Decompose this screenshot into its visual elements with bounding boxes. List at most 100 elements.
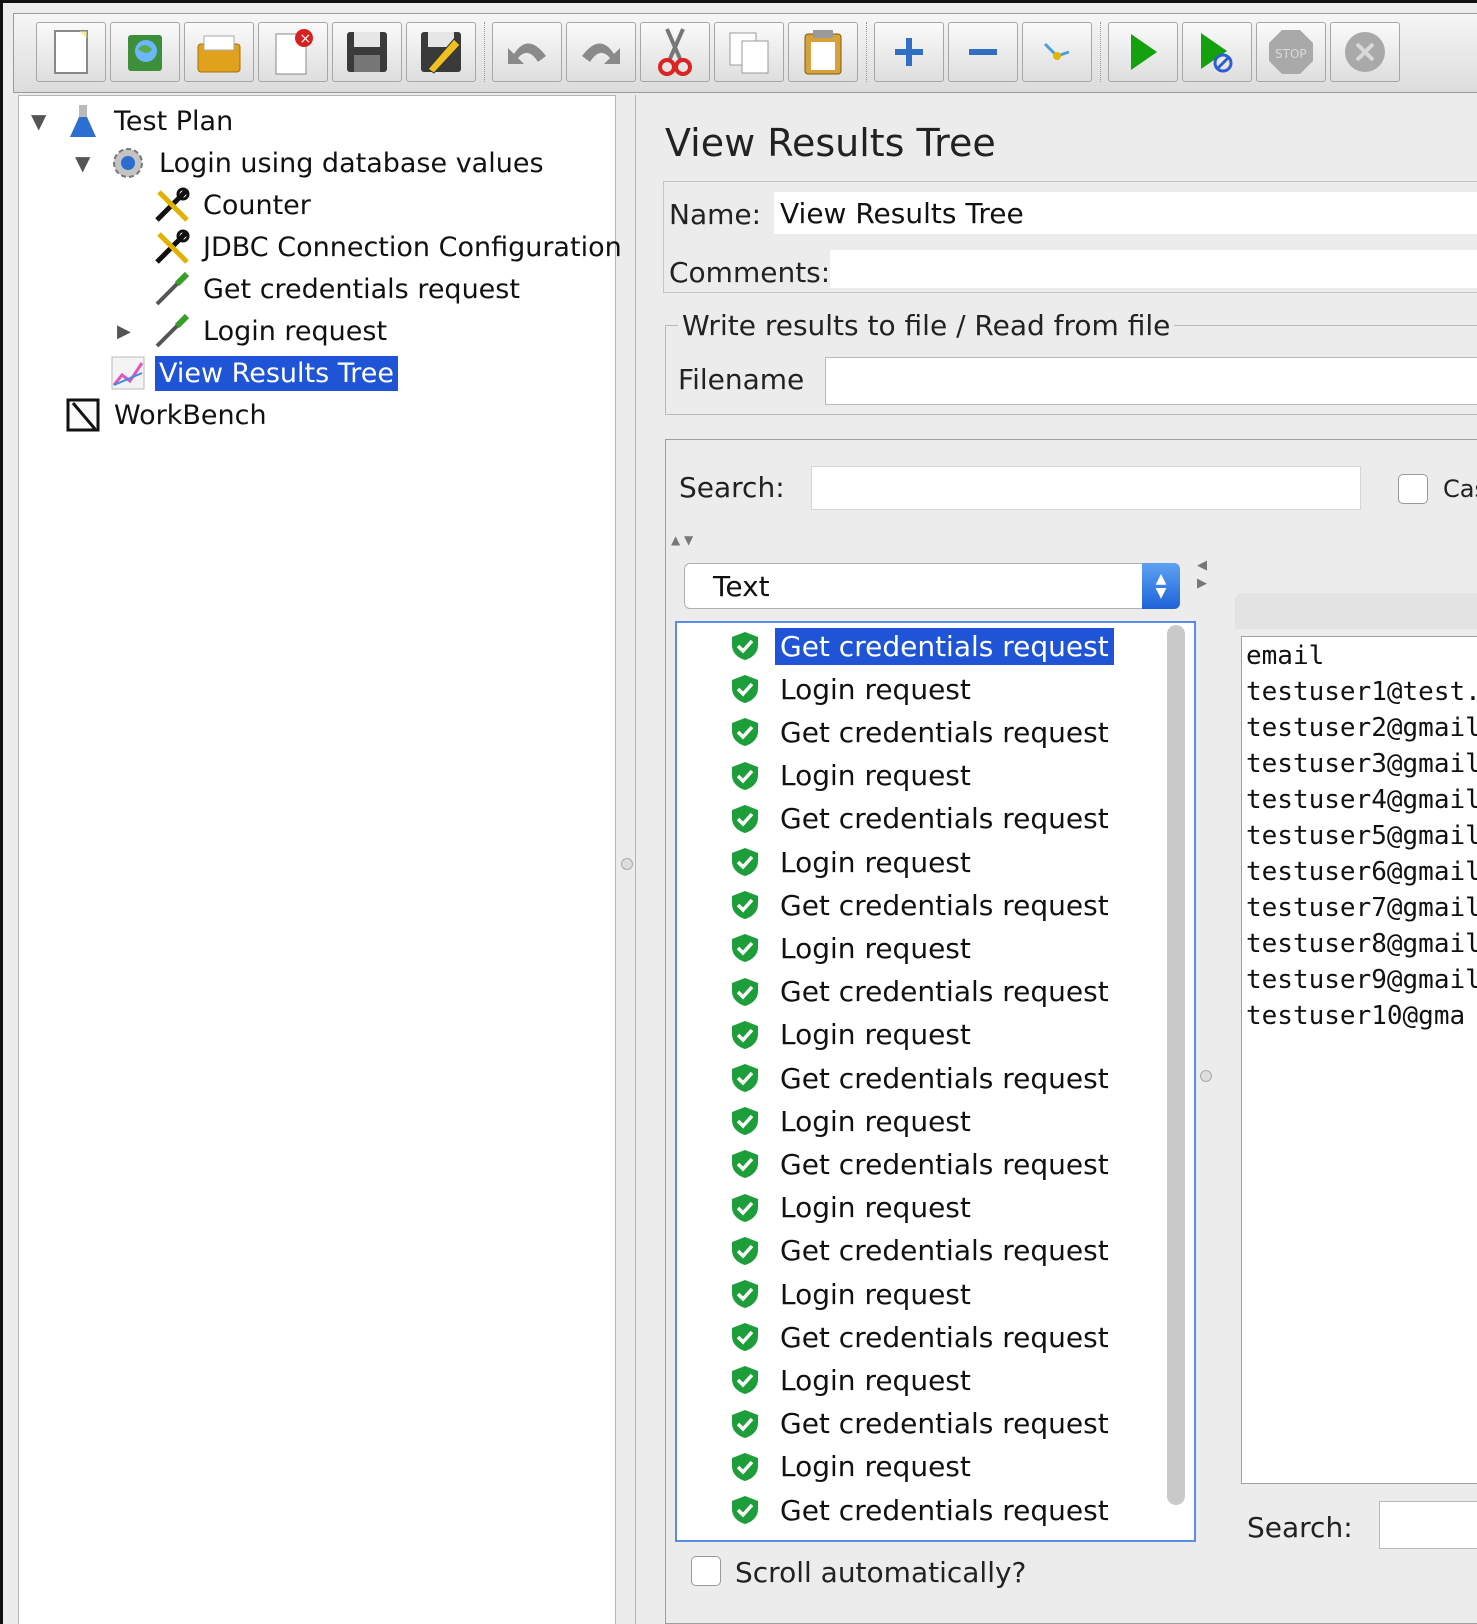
response-line: testuser1@test.c [1246, 677, 1477, 707]
list-item[interactable]: Login request [729, 1448, 976, 1486]
tree-item-thread-group[interactable]: ▼ Login using database values [19, 144, 579, 182]
expand-icon[interactable] [874, 22, 944, 82]
tools-icon [153, 186, 191, 224]
shutdown-icon[interactable] [1330, 22, 1400, 82]
list-item-label: Get credentials request [780, 975, 1109, 1009]
start-icon[interactable] [1108, 22, 1178, 82]
tree-item-label: Login using database values [159, 147, 544, 179]
select-arrows-icon[interactable]: ▲ ▼ [1142, 563, 1180, 609]
response-search-input[interactable] [1379, 1501, 1477, 1549]
list-item[interactable]: Login request [729, 1361, 976, 1399]
list-item[interactable]: Get credentials request [729, 713, 1114, 751]
tree-item-workbench[interactable]: WorkBench [19, 396, 419, 434]
list-item[interactable]: Get credentials request [729, 627, 1114, 665]
list-item[interactable]: Get credentials request [729, 1405, 1114, 1443]
cut-icon[interactable] [640, 22, 710, 82]
tree-item-test-plan[interactable]: ▼ Test Plan [19, 102, 419, 140]
save-as-icon[interactable] [406, 22, 476, 82]
splitter-handle[interactable] [621, 858, 633, 870]
list-item-label: Login request [780, 1277, 971, 1311]
case-sensitive-label: Cas [1443, 475, 1477, 503]
filename-field[interactable] [825, 357, 1477, 405]
list-item[interactable]: Get credentials request [729, 1491, 1114, 1529]
tree-item-counter[interactable]: Counter [19, 186, 519, 224]
response-line: testuser8@gmail [1246, 929, 1477, 959]
paste-icon[interactable] [788, 22, 858, 82]
tree-item-get-credentials[interactable]: Get credentials request [19, 270, 579, 308]
success-shield-icon [729, 673, 761, 705]
comments-field[interactable] [829, 249, 1477, 289]
list-item[interactable]: Get credentials request [729, 973, 1114, 1011]
tree-item-label: JDBC Connection Configuration [203, 231, 622, 263]
list-item-label: Login request [780, 1018, 971, 1052]
response-tab-strip[interactable] [1235, 593, 1477, 629]
renderer-select[interactable]: Text ▲ ▼ [684, 563, 1180, 609]
results-list[interactable]: Get credentials request Login request Get … [675, 621, 1196, 1542]
list-item-label: Login request [780, 759, 971, 793]
split-arrows-h-icon[interactable]: ◀ ▶ [1197, 557, 1207, 593]
stop-icon[interactable]: STOP [1256, 22, 1326, 82]
tree-item-view-results-tree[interactable]: View Results Tree [19, 354, 519, 392]
page-title: View Results Tree [665, 121, 996, 165]
expand-arrow-icon[interactable]: ▼ [31, 109, 46, 133]
response-line: testuser5@gmail [1246, 821, 1477, 851]
list-item[interactable]: Login request [729, 757, 976, 795]
list-item[interactable]: Login request [729, 1016, 976, 1054]
success-shield-icon [729, 1192, 761, 1224]
close-icon[interactable]: × [258, 22, 328, 82]
list-item[interactable]: Get credentials request [729, 1145, 1114, 1183]
search-label: Search: [679, 471, 785, 504]
list-item-label: Get credentials request [780, 1407, 1109, 1441]
list-item-label: Get credentials request [775, 627, 1114, 665]
splitter-handle[interactable] [1200, 1070, 1212, 1082]
list-item-label: Get credentials request [780, 888, 1109, 922]
list-item[interactable]: Login request [729, 1102, 976, 1140]
success-shield-icon [729, 760, 761, 792]
list-item[interactable]: Login request [729, 670, 976, 708]
list-item[interactable]: Login request [729, 929, 976, 967]
response-line: testuser3@gmail [1246, 749, 1477, 779]
list-item-label: Get credentials request [780, 1234, 1109, 1268]
list-item[interactable]: Get credentials request [729, 800, 1114, 838]
list-item[interactable]: Get credentials request [729, 1318, 1114, 1356]
expand-arrow-icon[interactable]: ▼ [75, 151, 90, 175]
open-icon[interactable] [184, 22, 254, 82]
split-arrows-icon[interactable]: ▲ ▼ [671, 533, 693, 547]
list-item[interactable]: Login request [729, 1275, 976, 1313]
tree-item-jdbc-config[interactable]: JDBC Connection Configuration [19, 228, 622, 266]
list-item[interactable]: Login request [729, 843, 976, 881]
start-no-pauses-icon[interactable] [1182, 22, 1252, 82]
list-item[interactable]: Login request [729, 1189, 976, 1227]
success-shield-icon [729, 1235, 761, 1267]
tree-item-label: WorkBench [114, 399, 267, 431]
search-input[interactable] [811, 466, 1361, 510]
comments-label: Comments: [669, 256, 831, 289]
redo-icon[interactable] [566, 22, 636, 82]
templates-icon[interactable] [110, 22, 180, 82]
success-shield-icon [729, 1148, 761, 1180]
scroll-auto-checkbox[interactable] [691, 1556, 721, 1586]
pipette-icon [153, 270, 191, 308]
collapse-icon[interactable] [948, 22, 1018, 82]
case-sensitive-checkbox[interactable] [1398, 474, 1428, 504]
svg-text:×: × [300, 31, 312, 47]
list-item[interactable]: Get credentials request [729, 1232, 1114, 1270]
response-line: testuser9@gmail [1246, 965, 1477, 995]
tree-item-login-request[interactable]: ▶ Login request [19, 312, 519, 350]
success-shield-icon [729, 1105, 761, 1137]
new-icon[interactable] [36, 22, 106, 82]
name-field[interactable]: View Results Tree [773, 191, 1477, 235]
tree-item-label: Counter [203, 189, 311, 221]
copy-icon[interactable] [714, 22, 784, 82]
list-item-label: Login request [780, 845, 971, 879]
undo-icon[interactable] [492, 22, 562, 82]
success-shield-icon [729, 1451, 761, 1483]
list-item[interactable]: Get credentials request [729, 1059, 1114, 1097]
toggle-icon[interactable] [1022, 22, 1092, 82]
results-scrollbar[interactable] [1167, 625, 1185, 1505]
collapse-arrow-icon[interactable]: ▶ [117, 321, 131, 342]
tree-item-label: Get credentials request [203, 273, 520, 305]
list-item[interactable]: Get credentials request [729, 886, 1114, 924]
save-icon[interactable] [332, 22, 402, 82]
response-text-pane[interactable]: email p testuser1@test.c testuser2@gmail t… [1241, 636, 1477, 1484]
